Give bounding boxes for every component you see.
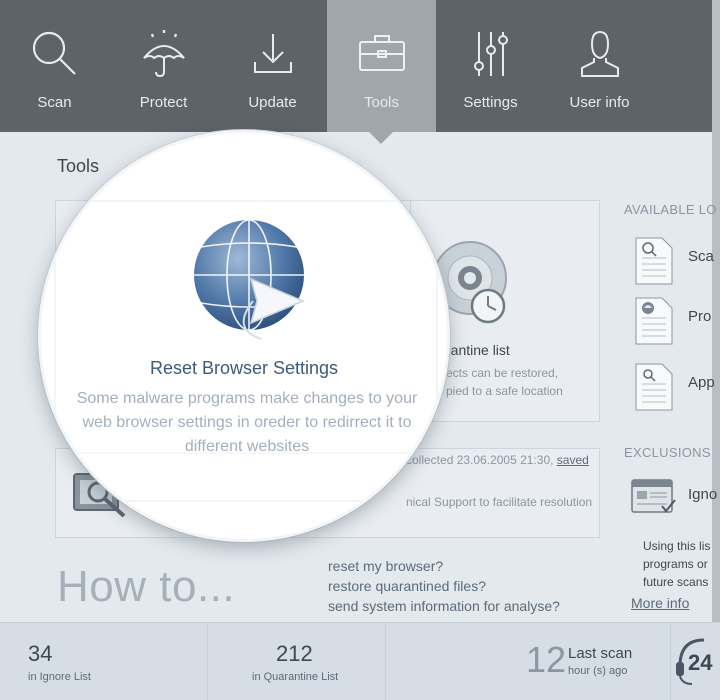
download-icon <box>253 34 292 73</box>
exclusion-desc-line1: Using this lis <box>643 539 711 553</box>
nav-user-info[interactable]: User info <box>545 0 654 132</box>
nav-update-label: Update <box>248 94 297 111</box>
stats-bar: 34 in Ignore List 212 in Quarantine List… <box>0 622 720 700</box>
exclusion-desc-line3: future scans <box>643 575 709 589</box>
stat-quarantine-list[interactable]: 212 in Quarantine List <box>208 623 386 700</box>
nav-settings-label: Settings <box>463 94 518 111</box>
nav-tools-label: Tools <box>363 94 400 111</box>
howto-links: reset my browser? restore quarantined fi… <box>328 556 560 616</box>
log-item-scan[interactable]: Sca <box>634 236 720 286</box>
ignore-list-icon <box>631 479 676 513</box>
last-scan-unit: hour (s) ago <box>568 665 628 677</box>
quarantine-desc-line2: pied to a safe location <box>446 384 563 398</box>
ignore-label: in Ignore List <box>28 671 91 683</box>
quarantine-label: in Quarantine List <box>252 671 339 683</box>
log-item-app-label: App <box>688 374 715 391</box>
toolbox-icon <box>358 35 405 71</box>
nav-protect-label: Protect <box>139 94 188 111</box>
umbrella-icon <box>142 30 185 78</box>
more-info-link[interactable]: More info <box>631 595 689 611</box>
nav-update[interactable]: Update <box>218 0 327 132</box>
quarantine-count: 212 <box>276 641 313 666</box>
exclusion-ignore-list[interactable]: Igno <box>630 476 720 518</box>
top-navigation: Scan Protect Update Tools Settings User … <box>0 0 720 144</box>
support-24-label: 24 <box>688 650 713 675</box>
stat-last-scan: 12 Last scan hour (s) ago <box>386 623 671 700</box>
nav-scan-label: Scan <box>37 94 72 111</box>
log-item-protect[interactable]: Pro <box>634 296 720 346</box>
nav-tools[interactable]: Tools <box>327 0 436 144</box>
exclusions-header: EXCLUSIONS <box>624 445 711 460</box>
howto-link-restore-files[interactable]: restore quarantined files? <box>328 576 560 596</box>
reset-browser-description: Some malware programs make changes to yo… <box>76 390 418 455</box>
app-log-icon <box>635 363 673 411</box>
scan-log-icon <box>635 237 673 285</box>
exclusion-description: Using this lis programs or future scans <box>643 537 720 591</box>
magnifier-icon <box>32 31 76 75</box>
exclusion-desc-line2: programs or <box>643 557 708 571</box>
magnifier-lens: Reset Browser Settings Some malware prog… <box>38 130 450 542</box>
nav-protect[interactable]: Protect <box>109 0 218 132</box>
last-scan-title: Last scan <box>568 645 633 662</box>
howto-link-reset-browser[interactable]: reset my browser? <box>328 556 560 576</box>
howto-link-send-sysinfo[interactable]: send system information for analyse? <box>328 596 560 616</box>
nav-user-info-label: User info <box>569 94 630 111</box>
stat-ignore-list[interactable]: 34 in Ignore List <box>0 623 208 700</box>
ignore-count: 34 <box>28 641 53 666</box>
protect-log-icon <box>635 297 673 345</box>
available-logs-header: AVAILABLE LO <box>624 202 717 217</box>
howto-title: How to... <box>57 562 236 611</box>
exclusion-ignore-label: Igno <box>688 486 718 503</box>
quarantine-desc-line1: ects can be restored, <box>446 366 559 380</box>
nav-scan[interactable]: Scan <box>0 0 109 132</box>
sliders-icon <box>473 32 508 76</box>
last-scan-value: 12 <box>526 639 567 680</box>
quarantine-card-desc: ects can be restored, pied to a safe loc… <box>446 364 596 400</box>
quarantine-card-title: rantine list <box>446 342 510 358</box>
support-24-button[interactable]: 24 <box>674 632 720 692</box>
reset-browser-title[interactable]: Reset Browser Settings <box>41 358 447 379</box>
scrollbar[interactable] <box>712 0 720 700</box>
saved-link[interactable]: saved <box>557 453 589 467</box>
globe-reset-icon <box>194 219 305 340</box>
log-item-scan-label: Sca <box>688 248 714 265</box>
log-item-app[interactable]: App <box>634 362 720 412</box>
log-item-protect-label: Pro <box>688 308 712 325</box>
user-icon <box>580 30 619 77</box>
nav-settings[interactable]: Settings <box>436 0 545 132</box>
